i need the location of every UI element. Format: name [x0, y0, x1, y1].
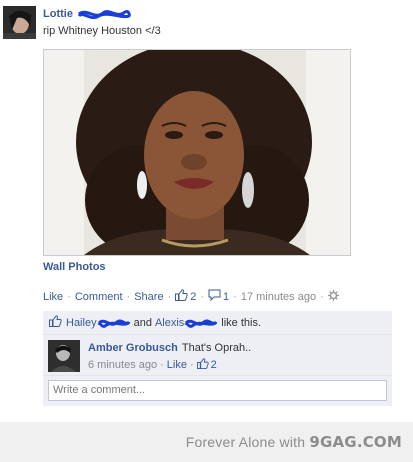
- feedback-box: Hailey and Alexis like this. Amber Grobu…: [43, 311, 392, 406]
- liker-name-1[interactable]: Hailey: [66, 317, 97, 329]
- separator: ·: [67, 290, 71, 303]
- watermark-brand: 9GAG.COM: [309, 433, 402, 451]
- likes-joiner: and: [133, 316, 152, 329]
- thumbs-up-icon[interactable]: [175, 289, 188, 304]
- thumbs-up-icon[interactable]: [196, 358, 209, 372]
- commenter-avatar[interactable]: [48, 340, 80, 372]
- watermark-bar: Forever Alone with 9GAG.COM: [0, 422, 413, 462]
- commenter-name[interactable]: Amber Grobusch: [88, 342, 178, 354]
- like-link[interactable]: Like: [43, 291, 63, 303]
- separator: ·: [167, 290, 172, 303]
- author-avatar-image: [3, 6, 36, 39]
- share-link[interactable]: Share: [134, 291, 163, 303]
- comment-timestamp[interactable]: 6 minutes ago: [88, 359, 157, 371]
- comment-meta: 6 minutes ago · Like · 2: [88, 358, 217, 372]
- privacy-gear-icon[interactable]: [327, 289, 339, 304]
- redaction-scribble: [77, 10, 131, 20]
- separator: ·: [200, 290, 205, 303]
- album-link[interactable]: Wall Photos: [43, 261, 106, 273]
- redaction-scribble: [184, 319, 218, 328]
- comment-bubble-icon[interactable]: [208, 289, 221, 304]
- author-name[interactable]: Lottie: [43, 8, 73, 20]
- commenter-avatar-image: [48, 340, 80, 372]
- post-author[interactable]: Lottie: [43, 8, 131, 20]
- post-actions: Like · Comment · Share · 2 · 1 · 17 minu…: [43, 289, 341, 304]
- comment-count[interactable]: 1: [223, 291, 229, 303]
- comment-header: Amber Grobusch That's Oprah..: [88, 342, 251, 354]
- liker-name-2[interactable]: Alexis: [155, 317, 184, 329]
- wall-post: Lottie rip Whitney Houston </3 Wall Phot…: [0, 0, 413, 418]
- thumbs-up-icon: [49, 315, 62, 330]
- watermark-prefix: Forever Alone with: [185, 434, 306, 450]
- likes-suffix: like this.: [221, 316, 262, 329]
- separator: ·: [233, 290, 237, 303]
- like-count[interactable]: 2: [190, 291, 196, 303]
- separator: ·: [189, 359, 194, 371]
- watermark: Forever Alone with 9GAG.COM: [186, 433, 402, 451]
- separator: ·: [320, 290, 324, 303]
- likes-summary: Hailey and Alexis like this.: [43, 311, 392, 335]
- post-photo[interactable]: [43, 49, 351, 256]
- author-avatar[interactable]: [3, 6, 36, 39]
- comment-like-link[interactable]: Like: [167, 359, 187, 371]
- redaction-scribble: [97, 319, 130, 328]
- status-text: rip Whitney Houston </3: [43, 25, 161, 37]
- write-comment-input[interactable]: Write a comment...: [48, 380, 387, 401]
- comment-text: That's Oprah..: [181, 342, 252, 354]
- separator: ·: [160, 359, 164, 371]
- comment-item: Amber Grobusch That's Oprah.. 6 minutes a…: [43, 335, 392, 376]
- photo-image: [44, 50, 350, 255]
- separator: ·: [126, 290, 131, 303]
- comment-link[interactable]: Comment: [75, 291, 123, 303]
- comment-like-count[interactable]: 2: [211, 359, 217, 371]
- write-comment-area: Write a comment...: [43, 376, 392, 406]
- post-timestamp[interactable]: 17 minutes ago: [241, 291, 316, 303]
